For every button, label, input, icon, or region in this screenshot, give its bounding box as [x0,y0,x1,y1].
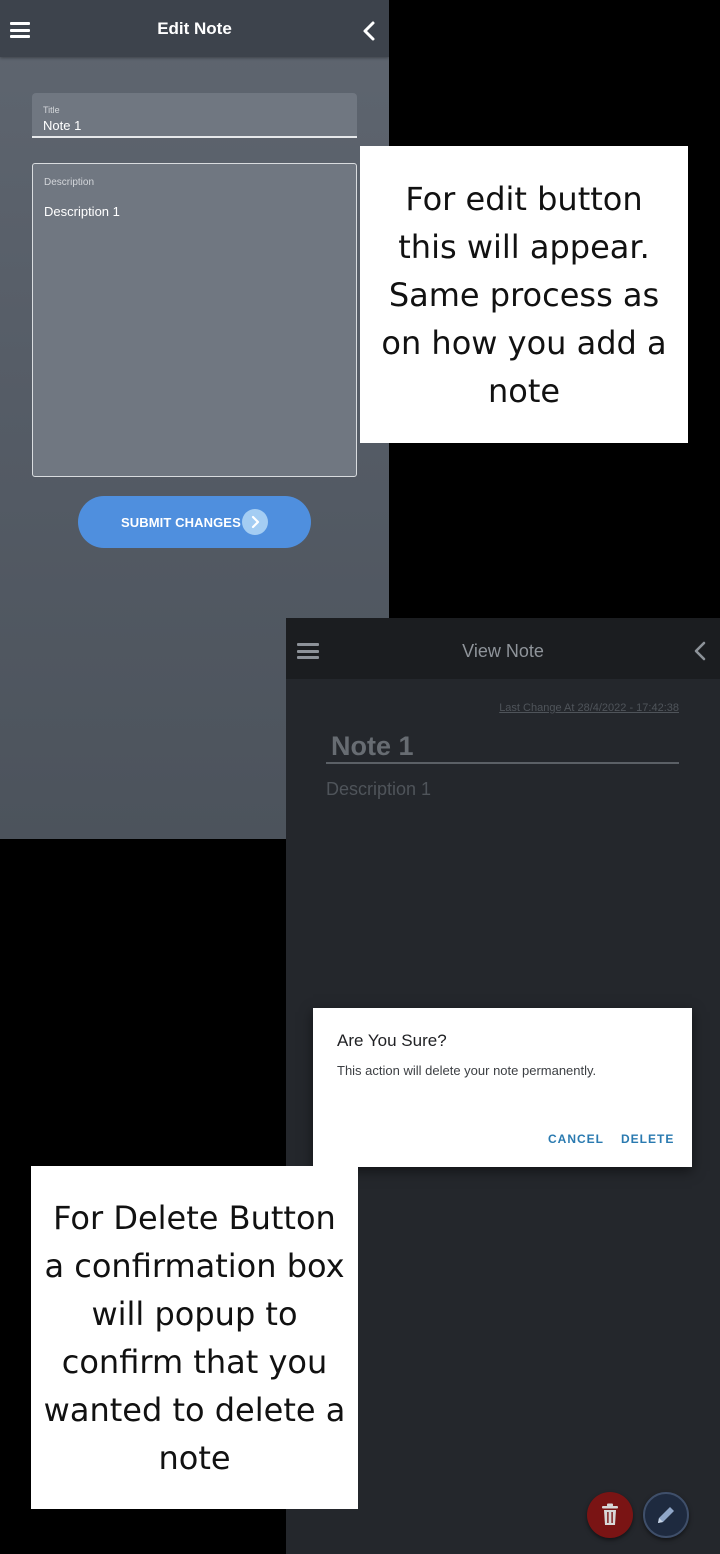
view-note-app-bar: View Note [286,618,720,679]
submit-changes-button[interactable]: SUBMIT CHANGES [78,496,311,548]
cancel-button[interactable]: CANCEL [548,1132,604,1146]
note-description: Description 1 [326,779,432,799]
chevron-right-icon [242,509,268,535]
edit-instruction-callout: For edit button this will appear. Same p… [360,146,688,443]
note-title: Note 1 [326,728,679,764]
confirm-delete-button[interactable]: DELETE [621,1132,674,1146]
dialog-title: Are You Sure? [337,1031,447,1050]
title-input[interactable]: Title Note 1 [32,93,357,138]
submit-changes-label: SUBMIT CHANGES [121,515,241,530]
edit-instruction-text: For edit button this will appear. Same p… [381,179,667,410]
delete-instruction-text: For Delete Button a confirmation box wil… [43,1198,346,1477]
pencil-icon [658,1507,674,1523]
title-value[interactable]: Note 1 [43,118,81,133]
title-label: Title [43,105,60,115]
delete-confirmation-dialog: Are You Sure? This action will delete yo… [313,1008,692,1167]
dialog-message: This action will delete your note perman… [337,1063,597,1078]
page-title: Edit Note [157,19,232,38]
chevron-left-icon[interactable] [692,640,708,662]
description-label: Description [44,177,95,188]
chevron-left-icon[interactable] [361,20,377,42]
description-value[interactable]: Description 1 [44,204,120,219]
description-input[interactable]: Description Description 1 [32,163,357,477]
last-change-timestamp: Last Change At 28/4/2022 - 17:42:38 [499,702,679,714]
edit-note-button[interactable] [643,1492,689,1538]
delete-note-button[interactable] [587,1492,633,1538]
trash-icon [602,1503,618,1525]
delete-instruction-callout: For Delete Button a confirmation box wil… [31,1166,358,1509]
page-title: View Note [462,641,544,661]
edit-note-app-bar: Edit Note [0,0,389,57]
